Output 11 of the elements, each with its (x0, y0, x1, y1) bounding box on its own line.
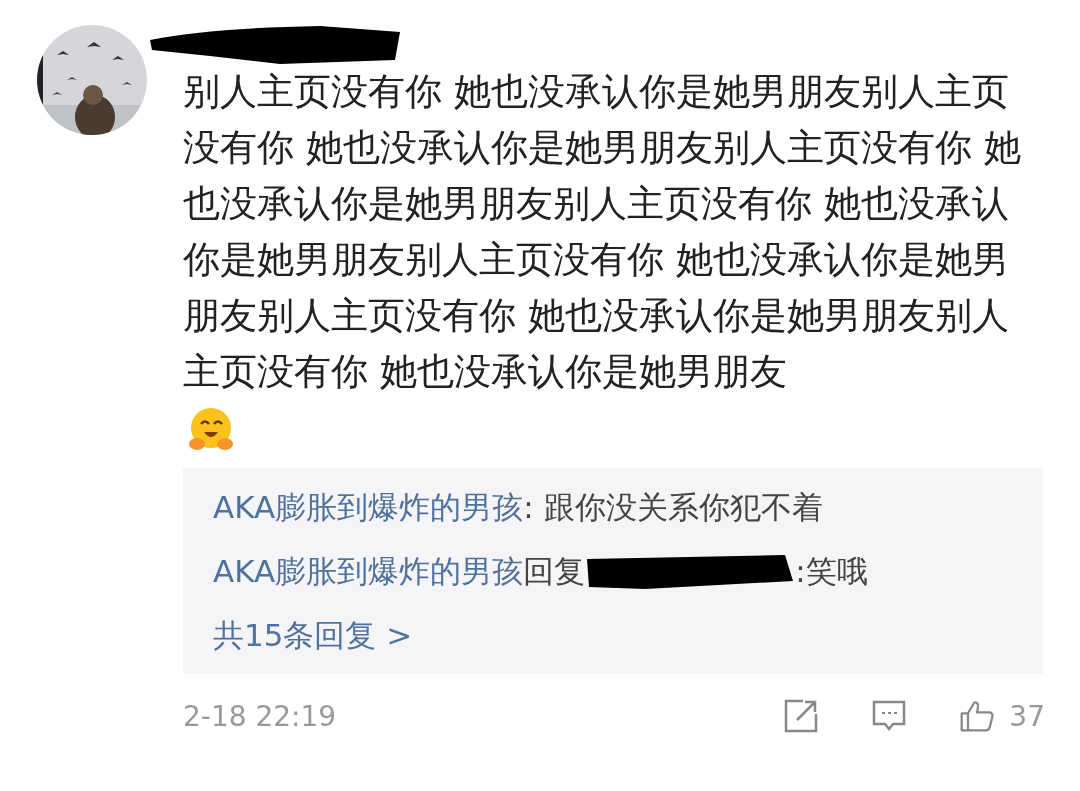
comment-text: 别人主页没有你 她也没承认你是她男朋友别人主页没有你 她也没承认你是她男朋友别人主页没有你 她也没承认你是她男朋友别人主页没有你 她也没承认你是她男朋友别人主页没有你 她也没承认你是她男朋友别人主页没有你 她也没承认你是她男朋友别人主页没有你 她也没承认你是她男朋友 (183, 69, 1022, 395)
reply-text: :笑哦 (795, 552, 868, 591)
reply-text: : 跟你没关系你犯不着 (523, 488, 823, 527)
more-replies-link[interactable]: 共15条回复 > (213, 614, 413, 656)
share-icon[interactable] (783, 698, 820, 734)
reply-author-link[interactable]: AKA膨胀到爆炸的男孩 (213, 486, 524, 528)
reply-word: 回复 (523, 552, 586, 591)
comment-time: 2-18 22:19 (183, 699, 337, 733)
reply-author-link[interactable]: AKA膨胀到爆炸的男孩 (213, 550, 524, 592)
like-count: 37 (1009, 699, 1045, 733)
like-icon[interactable] (959, 698, 996, 734)
